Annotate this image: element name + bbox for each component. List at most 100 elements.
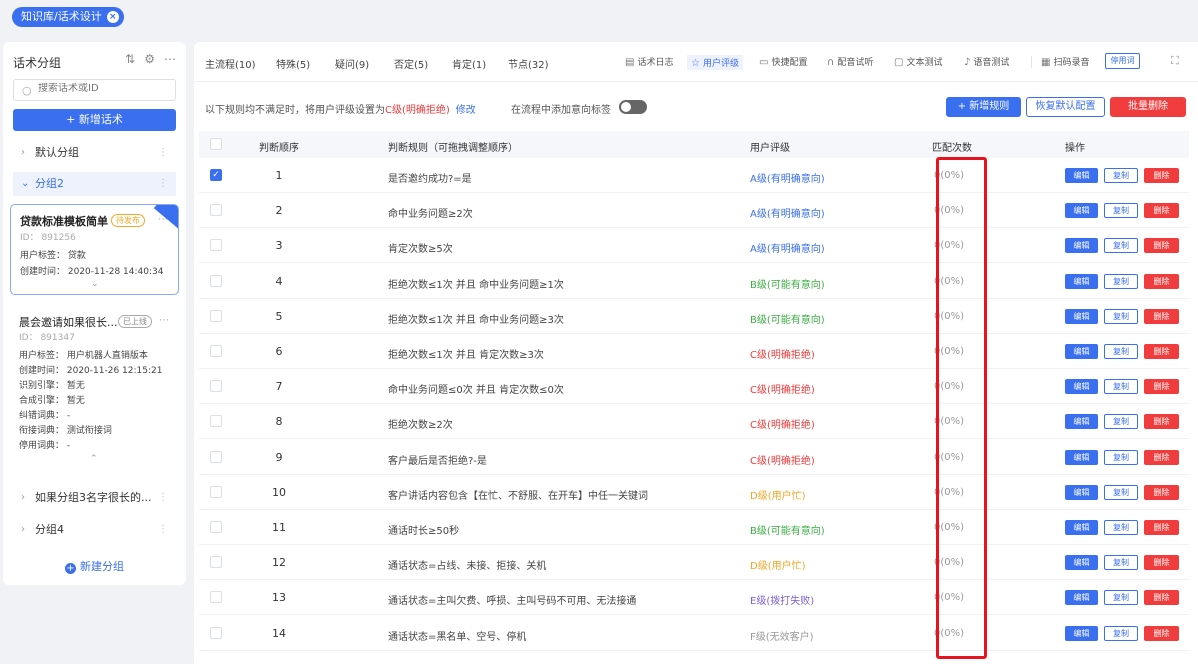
copy-button[interactable]: 复制 — [1104, 414, 1138, 430]
edit-button[interactable]: 编辑 — [1065, 414, 1098, 430]
edit-button[interactable]: 编辑 — [1065, 168, 1098, 183]
edit-default-link[interactable]: 修改 — [456, 105, 476, 116]
delete-button[interactable]: 删除 — [1144, 625, 1179, 641]
row-checkbox[interactable]: ✓ — [210, 169, 222, 181]
batch-delete-button[interactable]: 批量删除 — [1110, 97, 1186, 117]
intent-tag-toggle[interactable] — [619, 100, 647, 114]
more-icon[interactable]: ⋮ — [158, 518, 168, 542]
delete-button[interactable]: 删除 — [1144, 168, 1179, 183]
chevron-up-icon[interactable]: ⌃ — [90, 454, 98, 464]
row-checkbox[interactable] — [210, 521, 222, 533]
table-row[interactable]: 9 客户最后是否拒绝?-是 C级(明确拒绝) 0(0%) 编辑 复制 删除 — [199, 440, 1189, 475]
restore-default-button[interactable]: 恢复默认配置 — [1026, 97, 1105, 117]
edit-button[interactable]: 编辑 — [1065, 590, 1098, 606]
script-card[interactable]: 晨会邀请如果很长... 已上线 ⋯ ID： 891347 用户标签： 用户机器人… — [10, 306, 179, 516]
tool-qr-record[interactable]: ▦ 扫码录音 — [1041, 55, 1089, 68]
delete-button[interactable]: 删除 — [1144, 555, 1179, 571]
sort-icon[interactable]: ⇅ — [125, 52, 135, 66]
gear-icon[interactable]: ⚙ — [144, 52, 155, 66]
stop-words-button[interactable]: 停用词 — [1105, 53, 1140, 69]
tool-text-test[interactable]: ▢ 文本测试 — [894, 55, 942, 68]
row-checkbox[interactable] — [210, 345, 222, 357]
delete-button[interactable]: 删除 — [1144, 308, 1179, 324]
table-row[interactable]: ✓ 1 是否邀约成功?=是 A级(有明确意向) 0(0%) 编辑 复制 删除 — [199, 158, 1189, 193]
group-item-default[interactable]: › 默认分组 ⋮ — [13, 141, 176, 165]
edit-button[interactable]: 编辑 — [1065, 379, 1098, 395]
edit-button[interactable]: 编辑 — [1065, 308, 1098, 324]
copy-button[interactable]: 复制 — [1104, 168, 1138, 183]
row-checkbox[interactable] — [210, 239, 222, 252]
more-icon[interactable]: ⋮ — [158, 486, 168, 510]
tab-main-flow[interactable]: 主流程(10) — [205, 56, 256, 71]
row-checkbox[interactable] — [210, 204, 222, 217]
edit-button[interactable]: 编辑 — [1065, 203, 1098, 219]
delete-button[interactable]: 删除 — [1144, 273, 1179, 289]
table-row[interactable]: 11 通话时长≥50秒 B级(可能有意向) 0(0%) 编辑 复制 删除 — [199, 510, 1189, 545]
copy-button[interactable]: 复制 — [1104, 625, 1138, 641]
more-icon[interactable]: ⋯ — [159, 315, 169, 326]
tool-voice-test[interactable]: ♪ 语音测试 — [964, 55, 1009, 68]
table-row[interactable]: 8 拒绝次数≥2次 C级(明确拒绝) 0(0%) 编辑 复制 删除 — [199, 404, 1189, 440]
copy-button[interactable]: 复制 — [1104, 484, 1138, 500]
edit-button[interactable]: 编辑 — [1065, 484, 1098, 500]
copy-button[interactable]: 复制 — [1104, 238, 1138, 254]
copy-button[interactable]: 复制 — [1104, 344, 1138, 359]
copy-button[interactable]: 复制 — [1104, 308, 1138, 324]
tab-special[interactable]: 特殊(5) — [276, 56, 310, 71]
edit-button[interactable]: 编辑 — [1065, 344, 1098, 359]
delete-button[interactable]: 删除 — [1144, 449, 1179, 465]
select-all-checkbox[interactable] — [210, 138, 222, 150]
edit-button[interactable]: 编辑 — [1065, 273, 1098, 289]
close-icon[interactable]: × — [106, 11, 119, 23]
table-row[interactable]: 7 命中业务问题≤0次 并且 肯定次数≤0次 C级(明确拒绝) 0(0%) 编辑 复制 删除 — [199, 369, 1189, 405]
table-row[interactable]: 3 肯定次数≥5次 A级(有明确意向) 0(0%) 编辑 复制 删除 — [199, 228, 1189, 264]
edit-button[interactable]: 编辑 — [1065, 555, 1098, 571]
copy-button[interactable]: 复制 — [1104, 555, 1138, 571]
edit-button[interactable]: 编辑 — [1065, 449, 1098, 465]
fullscreen-icon[interactable]: ⛶ — [1171, 54, 1179, 68]
delete-button[interactable]: 删除 — [1144, 484, 1179, 500]
more-icon[interactable]: ⋮ — [158, 172, 168, 196]
table-row[interactable]: 5 拒绝次数≤1次 并且 命中业务问题≥3次 B级(可能有意向) 0(0%) 编辑 复制删… — [199, 299, 1189, 334]
new-script-button[interactable]: + 新增话术 — [13, 109, 176, 131]
edit-button[interactable]: 编辑 — [1065, 238, 1098, 254]
table-row[interactable]: 10 客户讲话内容包含【在忙、不舒服、在开车】中任一关键词 D级(用户忙) 0(0%)… — [199, 475, 1189, 510]
tab-negative[interactable]: 否定(5) — [394, 56, 428, 71]
row-checkbox[interactable] — [210, 309, 222, 322]
row-checkbox[interactable] — [210, 380, 222, 393]
row-checkbox[interactable] — [210, 626, 222, 639]
search-box[interactable]: ○ — [13, 79, 176, 101]
group-item-3[interactable]: › 如果分组3名字很长的... ⋮ — [13, 486, 176, 510]
row-checkbox[interactable] — [210, 450, 222, 463]
table-row[interactable]: 4 拒绝次数≤1次 并且 命中业务问题≥1次 B级(可能有意向) 0(0%) 编辑 复制删… — [199, 264, 1189, 299]
table-row[interactable]: 13 通话状态=主叫欠费、呼损、主叫号码不可用、无法接通 E级(拨打失败) 0(0%)… — [199, 580, 1189, 616]
table-row[interactable]: 12 通话状态=占线、未接、拒接、关机 D级(用户忙) 0(0%) 编辑 复制 删除 — [199, 545, 1189, 581]
tool-voice-preview[interactable]: ∩ 配音试听 — [827, 55, 873, 68]
more-icon[interactable]: ⋯ — [164, 52, 176, 66]
table-row[interactable]: 2 命中业务问题≥2次 A级(有明确意向) 0(0%) 编辑 复制 删除 — [199, 193, 1189, 229]
row-checkbox[interactable] — [210, 485, 222, 498]
copy-button[interactable]: 复制 — [1104, 273, 1138, 289]
chevron-down-icon[interactable]: ⌄ — [91, 279, 99, 289]
delete-button[interactable]: 删除 — [1144, 203, 1179, 219]
delete-button[interactable]: 删除 — [1144, 238, 1179, 254]
copy-button[interactable]: 复制 — [1104, 449, 1138, 465]
copy-button[interactable]: 复制 — [1104, 203, 1138, 219]
group-item-2[interactable]: ⌄ 分组2 ⋮ — [13, 172, 176, 196]
copy-button[interactable]: 复制 — [1104, 520, 1138, 535]
row-checkbox[interactable] — [210, 556, 222, 569]
more-icon[interactable]: ⋮ — [158, 141, 168, 165]
copy-button[interactable]: 复制 — [1104, 379, 1138, 395]
tool-quick-config[interactable]: ▭ 快捷配置 — [759, 55, 807, 68]
delete-button[interactable]: 删除 — [1144, 590, 1179, 606]
breadcrumb-tag[interactable]: 知识库/话术设计 × — [12, 7, 124, 27]
row-checkbox[interactable] — [210, 274, 222, 287]
delete-button[interactable]: 删除 — [1144, 520, 1179, 535]
table-row[interactable]: 6 拒绝次数≤1次 并且 肯定次数≥3次 C级(明确拒绝) 0(0%) 编辑 复制 删除 — [199, 334, 1189, 369]
tool-script-log[interactable]: ▤ 话术日志 — [625, 55, 673, 68]
tab-question[interactable]: 疑问(9) — [335, 56, 369, 71]
script-card-selected[interactable]: 贷款标准模板简单 待发布 ⋯ ID： 891256 用户标签： 贷款 创建时间：… — [10, 204, 179, 295]
row-checkbox[interactable] — [210, 591, 222, 604]
search-input[interactable] — [38, 83, 168, 94]
tab-positive[interactable]: 肯定(1) — [452, 56, 486, 71]
